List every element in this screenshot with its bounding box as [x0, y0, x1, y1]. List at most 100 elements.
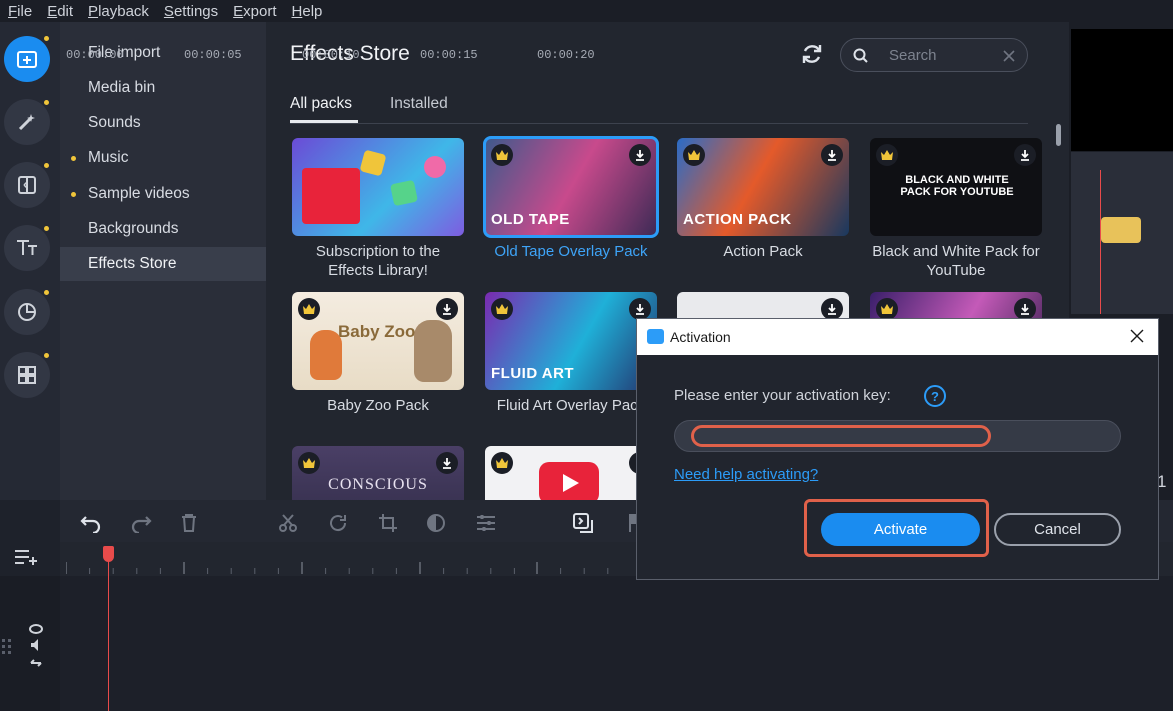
clear-search-icon[interactable] — [1003, 50, 1015, 62]
download-icon[interactable] — [821, 298, 843, 320]
menu-edit[interactable]: Edit — [47, 3, 73, 20]
download-icon[interactable] — [436, 298, 458, 320]
pack-thumbnail: Baby Zoo — [292, 292, 464, 390]
pack-thumbnail: CONSCIOUS — [292, 446, 464, 500]
pack-title: Black and White Pack for YouTube — [872, 243, 1040, 279]
stickers-icon — [18, 303, 36, 321]
drag-handle-icon[interactable] — [0, 637, 16, 657]
sidebar-item-label: Backgrounds — [88, 220, 179, 237]
pack-thumbnail — [485, 446, 657, 500]
stickers-button[interactable] — [4, 289, 50, 335]
track-controls-icon[interactable] — [28, 623, 44, 673]
tool-rail — [0, 22, 60, 500]
split-button[interactable] — [277, 512, 299, 534]
undo-icon — [80, 516, 101, 533]
video-preview — [1071, 29, 1173, 151]
playhead-handle[interactable] — [103, 546, 114, 562]
menu-settings[interactable]: Settings — [164, 3, 218, 20]
delete-button[interactable] — [178, 512, 200, 534]
import-icon — [17, 51, 37, 68]
import-sidebar: File import Media bin Sounds Music Sampl… — [60, 22, 266, 500]
store-scrollbar[interactable] — [1056, 124, 1061, 146]
dialog-title: Activation — [670, 329, 731, 345]
help-icon[interactable]: ? — [924, 385, 946, 407]
rotate-button[interactable] — [327, 512, 349, 534]
refresh-icon[interactable] — [800, 42, 824, 66]
download-icon[interactable] — [629, 144, 651, 166]
new-badge — [71, 156, 76, 161]
activation-dialog: Activation Please enter your activation … — [636, 318, 1159, 580]
pack-card-youtube[interactable] — [485, 446, 657, 500]
undo-button[interactable] — [80, 512, 102, 534]
youtube-play-icon — [539, 462, 599, 500]
download-icon[interactable] — [1014, 144, 1036, 166]
menu-file[interactable]: File — [8, 3, 32, 20]
help-activating-link[interactable]: Need help activating? — [674, 466, 818, 483]
clip-properties-button[interactable] — [475, 512, 497, 534]
menu-export[interactable]: Export — [233, 3, 276, 20]
apps-grid-icon — [18, 366, 36, 384]
sidebar-item-sample-videos[interactable]: Sample videos — [60, 177, 266, 211]
crop-button[interactable] — [377, 512, 399, 534]
download-icon[interactable] — [1014, 298, 1036, 320]
sidebar-item-label: Media bin — [88, 79, 156, 96]
new-badge — [44, 290, 49, 295]
menu-help[interactable]: Help — [292, 3, 323, 20]
sidebar-item-label: Effects Store — [88, 255, 177, 272]
dialog-titlebar: Activation — [637, 319, 1158, 355]
titles-icon — [17, 240, 37, 255]
activate-button[interactable]: Activate — [821, 513, 980, 546]
tab-all-packs[interactable]: All packs — [290, 95, 352, 113]
mini-playhead — [1100, 170, 1101, 314]
premium-crown-icon — [298, 298, 320, 320]
transition-wizard-icon — [573, 513, 593, 533]
download-icon[interactable] — [821, 144, 843, 166]
filters-button[interactable] — [4, 99, 50, 145]
sidebar-item-sounds[interactable]: Sounds — [60, 106, 266, 140]
sidebar-item-effects-store[interactable]: Effects Store — [60, 247, 266, 281]
pack-title: Subscription to the Effects Library! — [315, 243, 441, 279]
redo-button[interactable] — [130, 512, 152, 534]
color-adjust-button[interactable] — [425, 512, 447, 534]
pack-card-fluid-art[interactable]: FLUID ART Fluid Art Overlay Pack — [485, 292, 657, 415]
pack-card-conscious[interactable]: CONSCIOUS — [292, 446, 464, 500]
search-box — [840, 38, 1028, 72]
pack-card-black-white[interactable]: BLACK AND WHITE PACK FOR YOUTUBE Black a… — [870, 138, 1042, 280]
download-icon[interactable] — [629, 298, 651, 320]
pack-thumbnail: BLACK AND WHITE PACK FOR YOUTUBE — [870, 138, 1042, 236]
cancel-button[interactable]: Cancel — [994, 513, 1121, 546]
ruler-tick-label: 00:00:00 — [66, 48, 124, 62]
titles-button[interactable] — [4, 225, 50, 271]
pack-title: Fluid Art Overlay Pack — [496, 397, 646, 414]
thumbnail-caption: FLUID ART — [491, 365, 575, 382]
pack-card-baby-zoo[interactable]: Baby Zoo Baby Zoo Pack — [292, 292, 464, 415]
tab-installed[interactable]: Installed — [390, 95, 448, 113]
search-input[interactable] — [889, 45, 999, 65]
new-badge — [44, 226, 49, 231]
close-icon[interactable] — [1129, 328, 1145, 344]
sidebar-item-media-bin[interactable]: Media bin — [60, 71, 266, 105]
store-tabs: All packs Installed — [290, 92, 1028, 124]
pack-card-old-tape[interactable]: OLD TAPE Old Tape Overlay Pack — [483, 136, 659, 261]
timeline-tracks[interactable] — [60, 576, 1173, 711]
pack-card-subscription[interactable]: Subscription to the Effects Library! — [292, 138, 464, 280]
ruler-tick-label: 00:00:05 — [184, 48, 242, 62]
more-tools-button[interactable] — [4, 352, 50, 398]
pack-thumbnail: OLD TAPE — [483, 136, 659, 238]
sidebar-item-music[interactable]: Music — [60, 141, 266, 175]
import-button[interactable] — [4, 36, 50, 82]
magic-wand-icon — [18, 114, 35, 131]
add-track-icon[interactable] — [14, 548, 40, 566]
timeline-clip[interactable] — [1101, 217, 1141, 243]
activation-prompt: Please enter your activation key: — [674, 387, 891, 404]
sidebar-item-backgrounds[interactable]: Backgrounds — [60, 212, 266, 246]
ruler-tick-label: 00:00:15 — [420, 48, 478, 62]
menu-playback[interactable]: Playback — [88, 3, 149, 20]
download-icon[interactable] — [436, 452, 458, 474]
sidebar-item-label: Music — [88, 149, 129, 166]
pack-card-action[interactable]: ACTION PACK Action Pack — [677, 138, 849, 261]
pack-thumbnail — [292, 138, 464, 236]
transition-wizard-button[interactable] — [573, 512, 595, 534]
rotate-icon — [330, 515, 347, 532]
transitions-button[interactable] — [4, 162, 50, 208]
